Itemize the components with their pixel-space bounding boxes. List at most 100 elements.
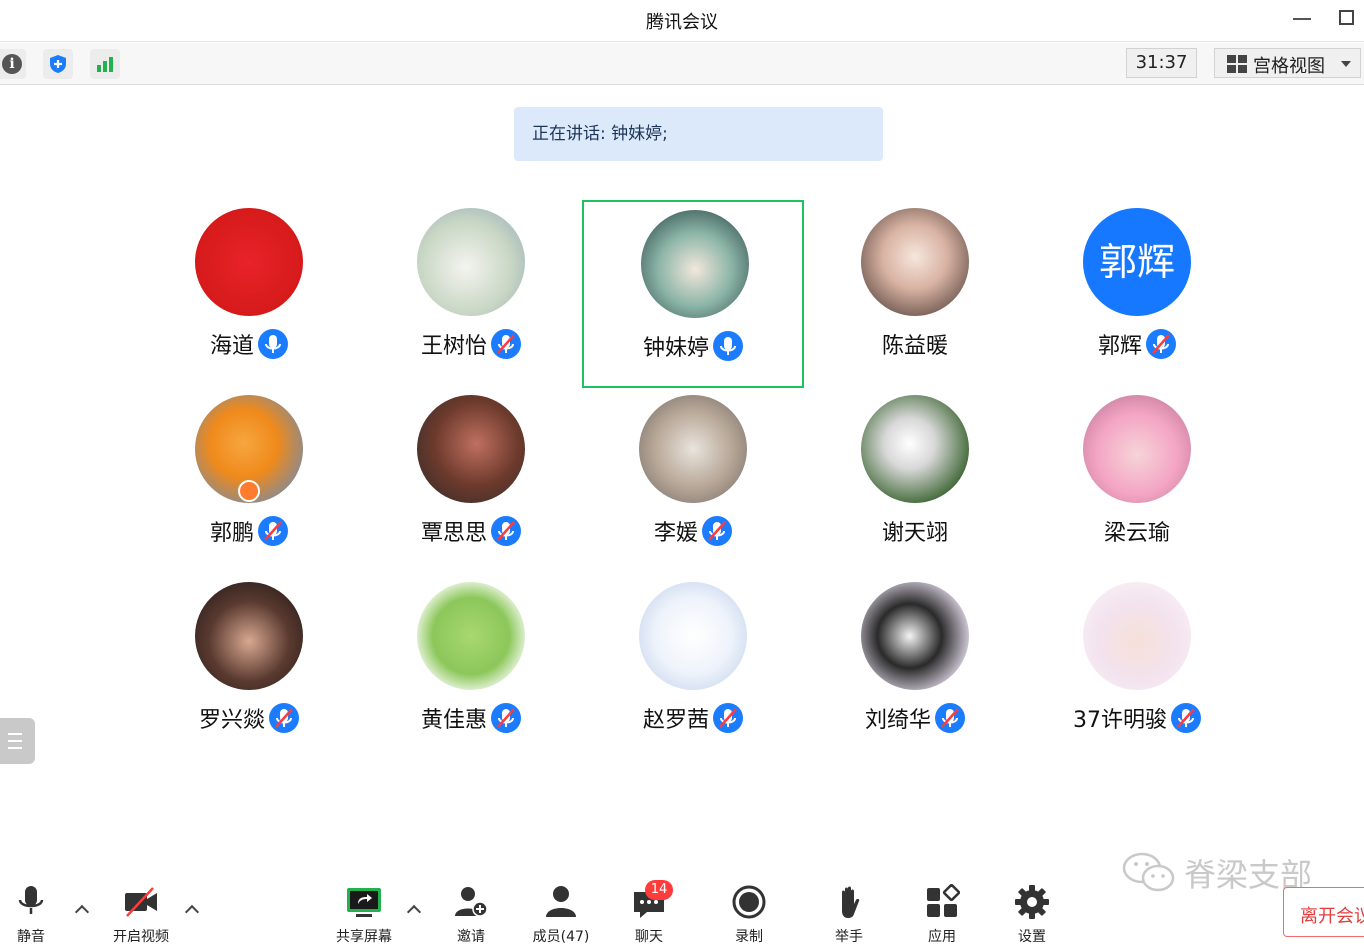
invite-button[interactable]: 邀请 bbox=[431, 882, 511, 945]
chat-label: 聊天 bbox=[635, 929, 663, 945]
participant-name-row: 梁云瑜 bbox=[1026, 515, 1248, 547]
shield-icon[interactable] bbox=[43, 49, 73, 79]
mute-button[interactable]: 静音 bbox=[0, 882, 71, 945]
participant-name-row: 赵罗茜 bbox=[582, 702, 804, 734]
participant-name-row: 黄佳惠 bbox=[360, 702, 582, 734]
avatar bbox=[195, 582, 303, 690]
title-bar: 腾讯会议 bbox=[0, 0, 1364, 42]
microphone-muted-icon bbox=[491, 703, 521, 733]
avatar bbox=[861, 208, 969, 316]
members-button[interactable]: 成员(47) bbox=[521, 882, 601, 945]
participant-name-row: 钟妹婷 bbox=[584, 330, 802, 362]
microphone-muted-icon bbox=[702, 516, 732, 546]
raise-hand-label: 举手 bbox=[835, 929, 863, 945]
window-title: 腾讯会议 bbox=[646, 12, 718, 33]
leave-meeting-button[interactable]: 离开会议 bbox=[1283, 887, 1364, 937]
participant-name-row: 王树怡 bbox=[360, 328, 582, 360]
participant-name: 海道 bbox=[209, 334, 254, 359]
sidebar-toggle-button[interactable] bbox=[0, 718, 35, 764]
participant-tile[interactable]: 37许明骏 bbox=[1026, 574, 1248, 762]
add-user-icon bbox=[455, 887, 488, 917]
participant-name: 罗兴燚 bbox=[198, 708, 265, 733]
avatar bbox=[1083, 395, 1191, 503]
participant-name: 郭辉 bbox=[1097, 334, 1142, 359]
participant-name-row: 37许明骏 bbox=[1026, 702, 1248, 734]
mute-options-chevron-icon[interactable] bbox=[74, 904, 90, 920]
view-mode-label: 宫格视图 bbox=[1253, 56, 1325, 77]
participant-tile[interactable]: 刘绮华 bbox=[804, 574, 1026, 762]
wechat-icon bbox=[1122, 852, 1175, 892]
view-mode-dropdown[interactable]: 宫格视图 bbox=[1214, 48, 1361, 78]
avatar bbox=[417, 395, 525, 503]
participant-tile[interactable]: 郭鹏 bbox=[138, 387, 360, 575]
share-screen-label: 共享屏幕 bbox=[336, 929, 392, 945]
chevron-down-icon bbox=[1341, 61, 1351, 67]
participant-name-row: 谢天翊 bbox=[804, 515, 1026, 547]
video-off-icon bbox=[125, 887, 157, 917]
participant-name-row: 郭辉 bbox=[1026, 328, 1248, 360]
microphone-icon bbox=[713, 331, 743, 361]
microphone-muted-icon bbox=[491, 516, 521, 546]
avatar bbox=[641, 210, 749, 318]
participant-tile[interactable]: 陈益暖 bbox=[804, 200, 1026, 388]
participant-name-row: 陈益暖 bbox=[804, 328, 1026, 360]
hand-icon bbox=[842, 886, 860, 918]
raise-hand-button[interactable]: 举手 bbox=[809, 882, 889, 945]
participant-name: 钟妹婷 bbox=[642, 336, 709, 361]
participant-name-row: 覃思思 bbox=[360, 515, 582, 547]
chat-button[interactable]: 14 聊天 bbox=[609, 880, 689, 945]
host-badge-icon bbox=[238, 480, 260, 502]
avatar bbox=[639, 582, 747, 690]
avatar bbox=[861, 395, 969, 503]
participant-tile[interactable]: 梁云瑜 bbox=[1026, 387, 1248, 575]
participant-tile[interactable]: 郭辉 郭辉 bbox=[1026, 200, 1248, 388]
video-label: 开启视频 bbox=[113, 929, 169, 945]
settings-button[interactable]: 设置 bbox=[992, 882, 1072, 945]
participant-tile[interactable]: 钟妹婷 bbox=[582, 200, 804, 388]
participant-tile[interactable]: 罗兴燚 bbox=[138, 574, 360, 762]
settings-label: 设置 bbox=[1018, 929, 1046, 945]
meeting-timer: 31:37 bbox=[1126, 48, 1197, 78]
participant-name-row: 刘绮华 bbox=[804, 702, 1026, 734]
participant-name: 37许明骏 bbox=[1073, 708, 1167, 733]
participant-tile[interactable]: 海道 bbox=[138, 200, 360, 388]
record-icon bbox=[732, 885, 766, 919]
share-screen-button[interactable]: 共享屏幕 bbox=[324, 882, 404, 945]
maximize-button[interactable] bbox=[1339, 10, 1354, 25]
microphone-muted-icon bbox=[269, 703, 299, 733]
video-button[interactable]: 开启视频 bbox=[101, 882, 181, 945]
microphone-muted-icon bbox=[713, 703, 743, 733]
invite-label: 邀请 bbox=[457, 929, 485, 945]
avatar bbox=[1083, 582, 1191, 690]
participant-tile[interactable]: 李媛 bbox=[582, 387, 804, 575]
microphone-muted-icon bbox=[491, 329, 521, 359]
video-options-chevron-icon[interactable] bbox=[184, 904, 200, 920]
avatar bbox=[417, 582, 525, 690]
participant-name: 梁云瑜 bbox=[1103, 521, 1170, 546]
record-button[interactable]: 录制 bbox=[709, 882, 789, 945]
record-label: 录制 bbox=[735, 929, 763, 945]
participant-name-row: 李媛 bbox=[582, 515, 804, 547]
share-options-chevron-icon[interactable] bbox=[406, 904, 422, 920]
participant-name: 黄佳惠 bbox=[420, 708, 487, 733]
avatar bbox=[861, 582, 969, 690]
info-icon[interactable] bbox=[0, 49, 26, 79]
apps-button[interactable]: 应用 bbox=[902, 882, 982, 945]
participant-name-row: 郭鹏 bbox=[138, 515, 360, 547]
microphone-icon bbox=[258, 329, 288, 359]
participant-tile[interactable]: 覃思思 bbox=[360, 387, 582, 575]
microphone-icon bbox=[18, 886, 44, 914]
minimize-button[interactable] bbox=[1293, 18, 1311, 20]
participant-tile[interactable]: 黄佳惠 bbox=[360, 574, 582, 762]
participant-tile[interactable]: 赵罗茜 bbox=[582, 574, 804, 762]
participant-tile[interactable]: 谢天翊 bbox=[804, 387, 1026, 575]
avatar bbox=[417, 208, 525, 316]
avatar: 郭辉 bbox=[1083, 208, 1191, 316]
participant-name: 李媛 bbox=[653, 521, 698, 546]
signal-icon[interactable] bbox=[90, 49, 120, 79]
grid-view-icon bbox=[1227, 55, 1247, 73]
participant-tile[interactable]: 王树怡 bbox=[360, 200, 582, 388]
share-screen-icon bbox=[347, 888, 381, 917]
participant-name-row: 罗兴燚 bbox=[138, 702, 360, 734]
avatar bbox=[195, 208, 303, 316]
